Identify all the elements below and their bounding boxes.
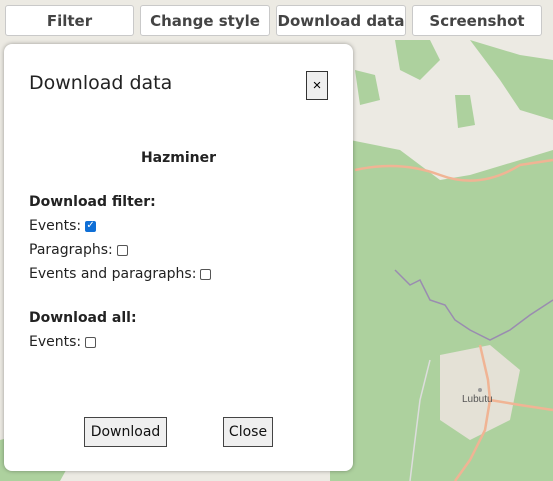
all-option-events: Events: bbox=[29, 334, 97, 350]
download-filter-heading: Download filter: bbox=[29, 194, 156, 210]
source-name: Hazminer bbox=[140, 150, 217, 166]
download-data-button[interactable]: Download data bbox=[276, 5, 406, 36]
filter-option-paragraphs: Paragraphs: bbox=[29, 242, 128, 258]
dialog-title: Download data bbox=[29, 72, 173, 94]
download-all-heading: Download all: bbox=[29, 310, 137, 326]
all-events-checkbox[interactable] bbox=[85, 336, 97, 348]
forest-area bbox=[330, 140, 553, 481]
download-data-dialog: Download data × Hazminer Download filter… bbox=[4, 44, 353, 471]
download-button[interactable]: Download bbox=[84, 417, 167, 447]
option-label: Paragraphs: bbox=[29, 242, 113, 258]
close-button[interactable]: Close bbox=[223, 417, 273, 447]
change-style-button[interactable]: Change style bbox=[140, 5, 270, 36]
events-checkbox[interactable]: ✓ bbox=[85, 220, 97, 232]
option-label: Events and paragraphs: bbox=[29, 266, 197, 282]
option-label: Events: bbox=[29, 218, 82, 234]
filter-option-events-and-paragraphs: Events and paragraphs: bbox=[29, 266, 212, 282]
close-icon-button[interactable]: × bbox=[306, 71, 328, 100]
town-label: Lubutu bbox=[462, 394, 493, 405]
filter-option-events: Events: ✓ bbox=[29, 218, 97, 234]
events-and-paragraphs-checkbox[interactable] bbox=[200, 268, 212, 280]
paragraphs-checkbox[interactable] bbox=[116, 244, 128, 256]
town-marker bbox=[478, 388, 482, 392]
filter-button[interactable]: Filter bbox=[5, 5, 134, 36]
option-label: Events: bbox=[29, 334, 82, 350]
screenshot-button[interactable]: Screenshot bbox=[412, 5, 542, 36]
